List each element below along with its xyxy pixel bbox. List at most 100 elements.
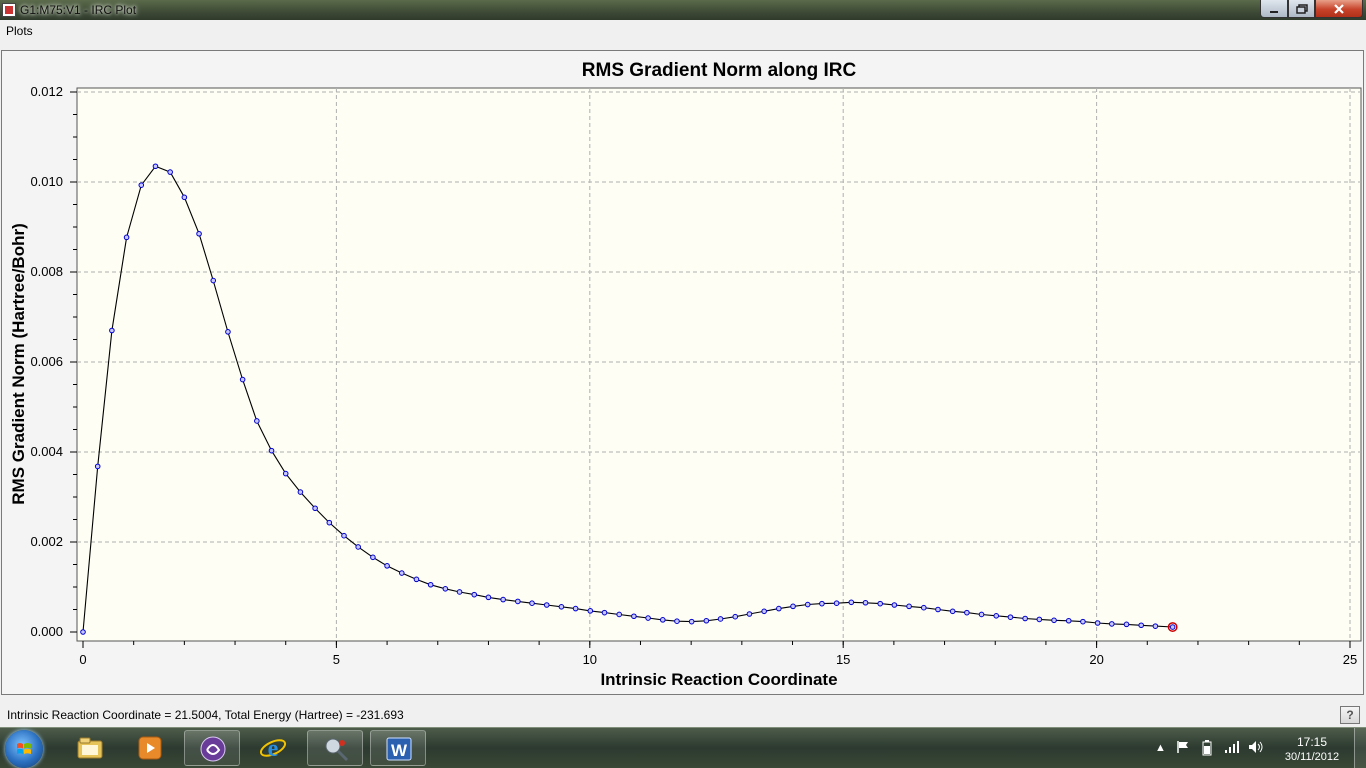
taskbar-internet-explorer[interactable]: e bbox=[245, 730, 301, 766]
clock-time[interactable]: 17:15 bbox=[1282, 735, 1342, 749]
data-point bbox=[1022, 615, 1028, 622]
volume-icon[interactable] bbox=[1248, 740, 1264, 754]
y-tick-label: 0.000 bbox=[30, 624, 63, 639]
plot-area[interactable] bbox=[76, 87, 1362, 642]
chart-title: RMS Gradient Norm along IRC bbox=[582, 60, 857, 81]
data-point bbox=[152, 163, 159, 170]
data-point bbox=[210, 277, 217, 284]
data-point bbox=[80, 629, 86, 635]
plot-panel[interactable]: RMS Gradient Norm along IRC 0 5 10 15 20 25 0.… bbox=[1, 50, 1364, 695]
data-point bbox=[848, 599, 855, 606]
data-point bbox=[225, 329, 231, 335]
data-point bbox=[109, 327, 115, 334]
data-point bbox=[196, 230, 202, 237]
data-point bbox=[471, 591, 478, 598]
help-button[interactable]: ? bbox=[1340, 706, 1360, 724]
data-point bbox=[413, 576, 420, 583]
taskbar-explorer[interactable] bbox=[62, 730, 118, 766]
data-point bbox=[862, 599, 869, 606]
status-bar: Intrinsic Reaction Coordinate = 21.5004,… bbox=[0, 697, 1366, 727]
gaussview-icon bbox=[325, 738, 349, 762]
internet-explorer-icon: e bbox=[259, 736, 287, 761]
data-point bbox=[268, 447, 275, 454]
data-point bbox=[776, 605, 782, 612]
data-point bbox=[1036, 616, 1043, 623]
media-player-icon bbox=[138, 736, 162, 760]
data-point bbox=[964, 609, 970, 616]
minimize-button[interactable] bbox=[1260, 0, 1288, 18]
taskbar: e W ▲ 17:15 30/11/2012 bbox=[0, 727, 1366, 768]
data-point bbox=[500, 596, 506, 603]
data-point bbox=[877, 600, 883, 607]
data-point bbox=[906, 603, 912, 610]
data-point bbox=[1065, 617, 1072, 624]
window-title: G1:M75:V1 - IRC Plot bbox=[20, 3, 137, 17]
svg-text:e: e bbox=[268, 736, 279, 761]
y-tick-label: 0.006 bbox=[30, 354, 63, 369]
taskbar-word[interactable]: W bbox=[370, 730, 426, 766]
data-point bbox=[515, 598, 521, 605]
data-point bbox=[398, 570, 405, 576]
y-tick-label: 0.004 bbox=[30, 444, 63, 459]
data-point bbox=[746, 611, 753, 617]
y-tick-label: 0.010 bbox=[30, 174, 63, 189]
irc-chart[interactable]: RMS Gradient Norm along IRC 0 5 10 15 20 25 0.… bbox=[2, 51, 1363, 694]
y-axis-label: RMS Gradient Norm (Hartree/Bohr) bbox=[9, 223, 28, 504]
taskbar-media-player[interactable] bbox=[122, 730, 178, 766]
data-point bbox=[732, 613, 739, 620]
data-point bbox=[427, 581, 434, 588]
data-point bbox=[1051, 617, 1057, 624]
data-point bbox=[1007, 614, 1014, 620]
data-point bbox=[1109, 621, 1115, 627]
data-point bbox=[384, 563, 390, 569]
x-tick-label: 10 bbox=[583, 652, 597, 667]
data-point bbox=[920, 604, 927, 611]
data-point bbox=[254, 418, 260, 424]
data-point bbox=[935, 606, 941, 613]
data-point bbox=[790, 603, 796, 610]
status-text: Intrinsic Reaction Coordinate = 21.5004,… bbox=[7, 708, 404, 722]
x-tick-label: 25 bbox=[1343, 652, 1357, 667]
data-point bbox=[601, 609, 608, 616]
data-point bbox=[993, 613, 1000, 619]
start-button[interactable] bbox=[5, 730, 43, 768]
restore-button[interactable] bbox=[1288, 0, 1315, 18]
restore-icon bbox=[1295, 3, 1308, 14]
data-point bbox=[282, 470, 289, 477]
y-tick-label: 0.008 bbox=[30, 264, 63, 279]
data-point bbox=[370, 554, 376, 561]
data-point bbox=[558, 604, 565, 610]
app-icon[interactable] bbox=[2, 3, 16, 17]
data-point bbox=[1169, 624, 1176, 630]
data-point bbox=[355, 544, 361, 550]
data-point bbox=[167, 169, 173, 175]
menu-plots[interactable]: Plots bbox=[6, 24, 33, 38]
data-point bbox=[761, 608, 767, 615]
data-point bbox=[326, 519, 333, 526]
action-center-flag-icon[interactable] bbox=[1176, 740, 1190, 754]
show-desktop-button[interactable] bbox=[1354, 728, 1366, 768]
show-hidden-icons-icon[interactable]: ▲ bbox=[1155, 742, 1166, 754]
minimize-icon bbox=[1270, 10, 1278, 13]
word-icon-label: W bbox=[391, 741, 408, 760]
data-point bbox=[442, 586, 449, 592]
data-point bbox=[297, 489, 304, 495]
data-point bbox=[703, 617, 710, 624]
battery-icon[interactable] bbox=[1202, 740, 1212, 756]
data-point bbox=[485, 594, 492, 601]
data-point bbox=[688, 618, 695, 625]
data-point bbox=[1123, 621, 1130, 628]
close-button[interactable] bbox=[1315, 0, 1363, 18]
clock-date[interactable]: 30/11/2012 bbox=[1276, 751, 1348, 763]
data-point bbox=[138, 182, 145, 188]
data-point bbox=[978, 611, 985, 618]
y-tick-label: 0.012 bbox=[30, 84, 63, 99]
data-point bbox=[891, 602, 898, 608]
taskbar-gaussview[interactable] bbox=[307, 730, 363, 766]
taskbar-bittorrent[interactable] bbox=[184, 730, 240, 766]
network-icon[interactable] bbox=[1224, 740, 1240, 754]
data-point bbox=[1094, 620, 1101, 626]
data-point bbox=[572, 605, 579, 612]
data-point bbox=[341, 532, 347, 539]
windows-logo-icon bbox=[17, 743, 31, 754]
